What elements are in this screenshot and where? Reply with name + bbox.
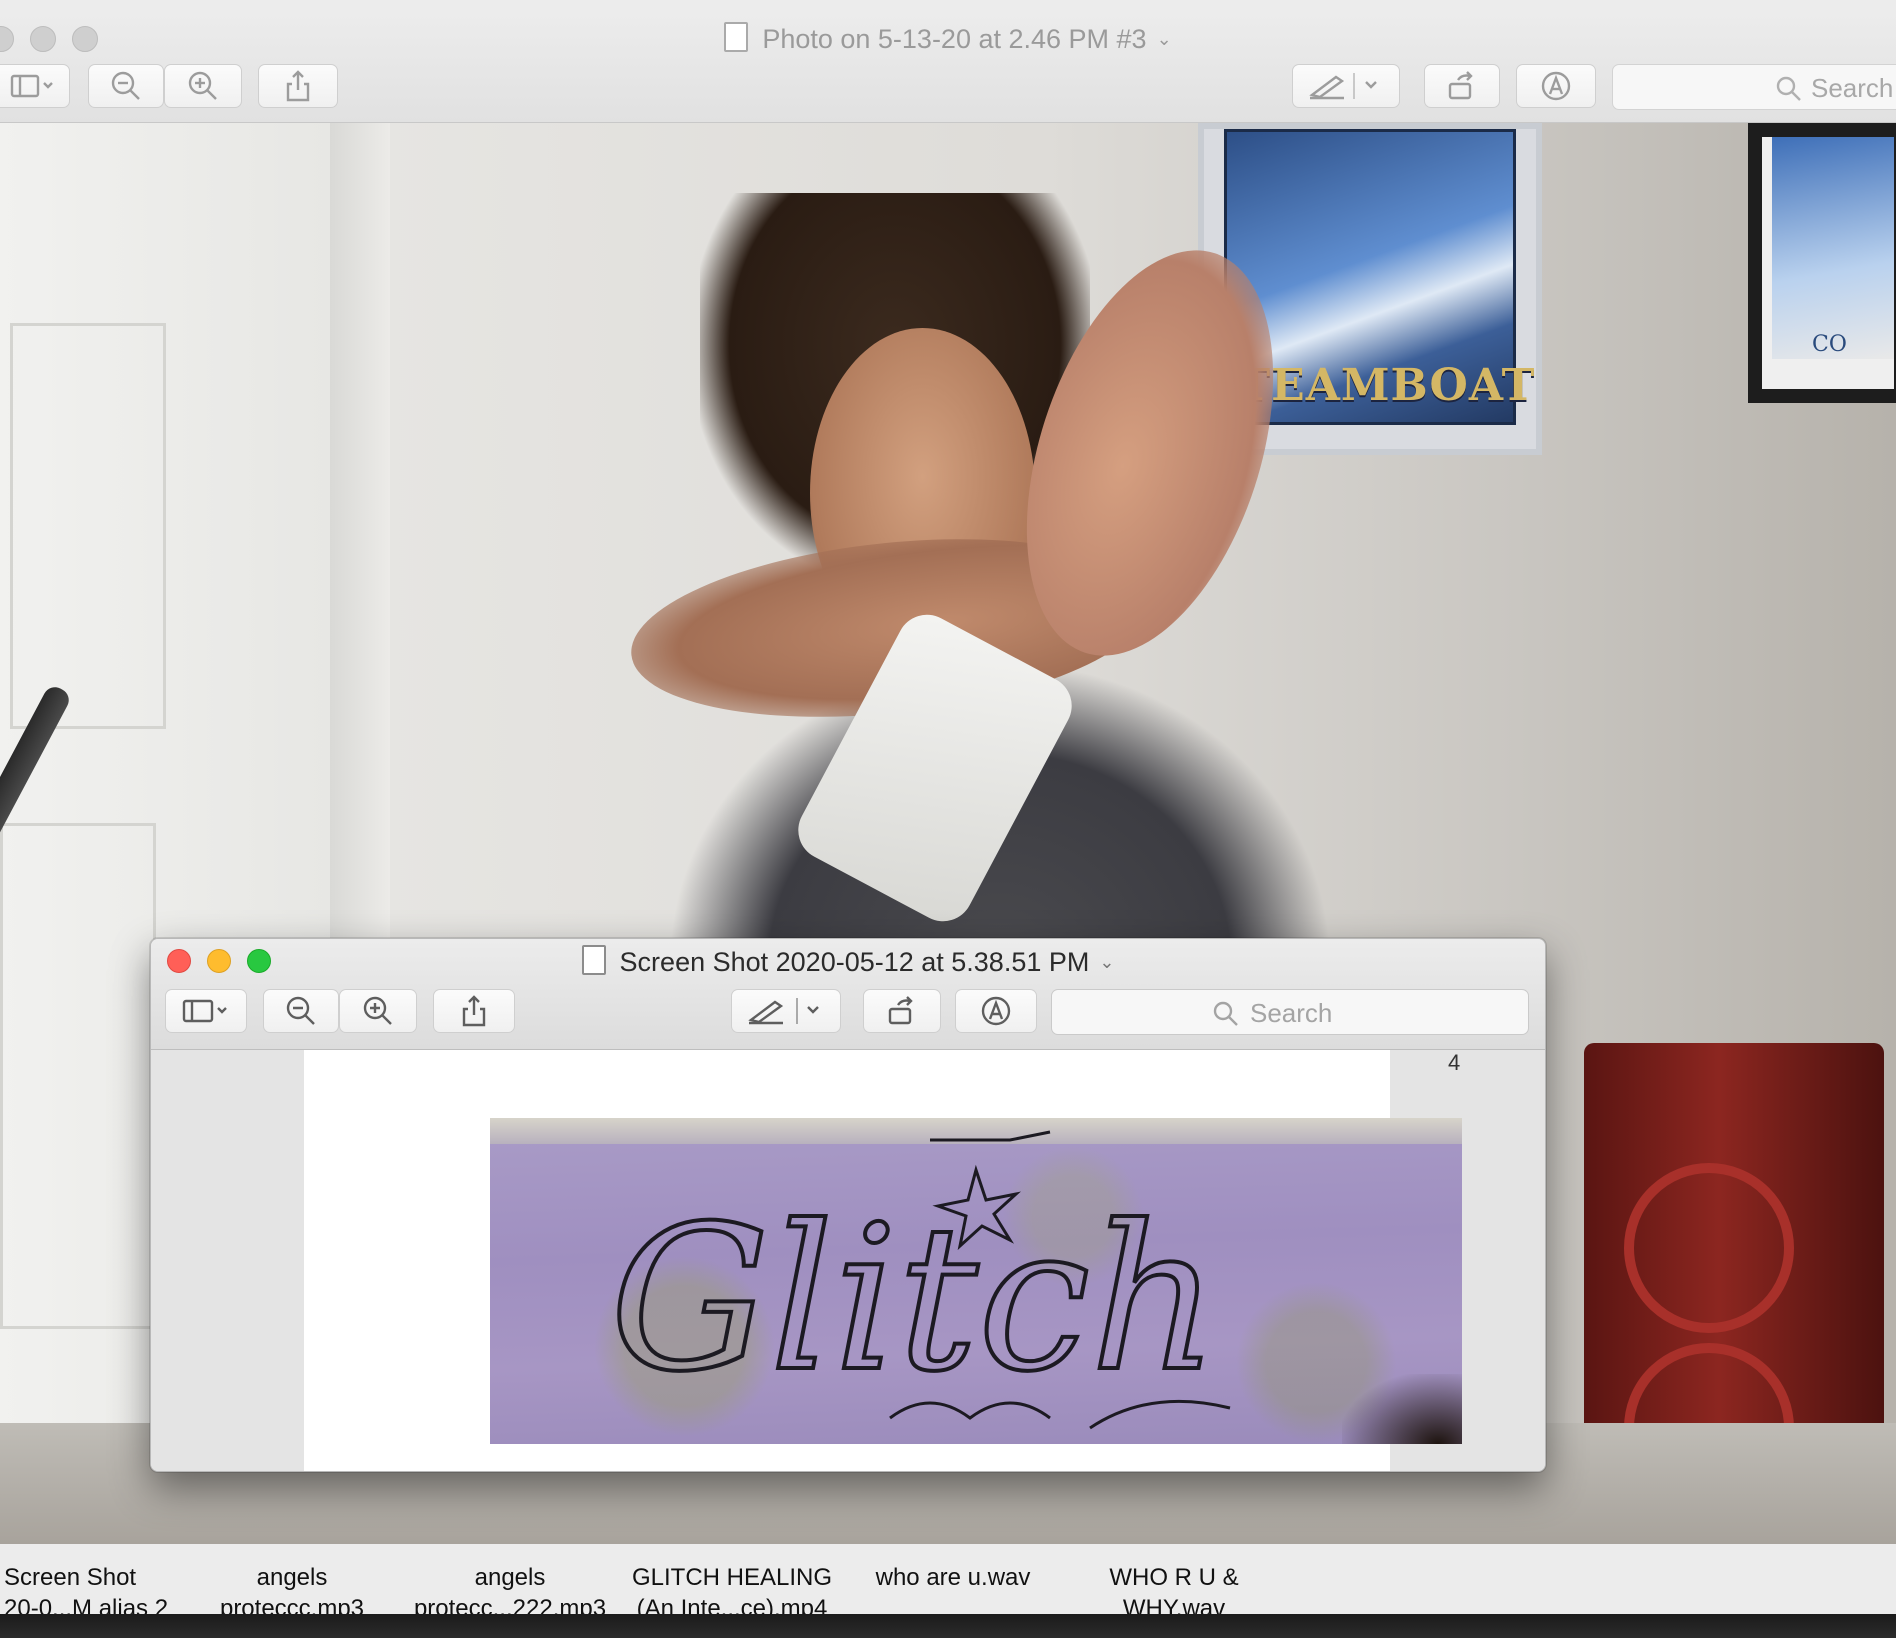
window-title-text: Photo on 5-13-20 at 2.46 PM #3 <box>762 24 1147 54</box>
annotate-button[interactable] <box>1516 64 1596 108</box>
framed-poster: CO <box>1748 123 1896 403</box>
titlebar[interactable]: Photo on 5-13-20 at 2.46 PM #3 ⌄ Search <box>0 12 1896 123</box>
pen-icon <box>748 998 819 1025</box>
poster2-text: CO <box>1812 332 1847 357</box>
document-icon <box>724 22 749 52</box>
zoom-in-icon <box>363 996 392 1025</box>
share-icon <box>462 995 486 1027</box>
titlebar[interactable]: Screen Shot 2020-05-12 at 5.38.51 PM ⌄ Se… <box>151 939 1545 1050</box>
zoom-out-icon <box>111 71 140 100</box>
share-button[interactable] <box>433 989 515 1033</box>
search-field[interactable]: Search <box>1612 64 1896 110</box>
glitch-photo: Glitch <box>490 1118 1462 1444</box>
zoom-out-button[interactable] <box>88 64 164 108</box>
annotate-icon <box>1541 71 1571 101</box>
zoom-in-button[interactable] <box>339 989 417 1033</box>
annotate-icon <box>981 996 1011 1026</box>
window-title[interactable]: Photo on 5-13-20 at 2.46 PM #3 ⌄ <box>0 22 1896 55</box>
handwritten-glitch-text: Glitch <box>610 1183 1219 1416</box>
window-title[interactable]: Screen Shot 2020-05-12 at 5.38.51 PM ⌄ <box>151 945 1545 978</box>
door-panel <box>10 323 166 729</box>
markup-button[interactable] <box>1292 64 1400 108</box>
annotate-button[interactable] <box>955 989 1037 1033</box>
zoom-in-button[interactable] <box>164 64 242 108</box>
chevron-down-icon[interactable]: ⌄ <box>1157 29 1172 49</box>
rotate-icon <box>1448 71 1473 100</box>
file-name-line1: WHO R U & <box>1109 1564 1239 1591</box>
search-placeholder: Search <box>1811 73 1894 103</box>
document-icon <box>581 945 606 975</box>
zoom-out-icon <box>286 996 315 1025</box>
sidebar-icon <box>10 74 53 98</box>
file-name-line1: Screen Shot <box>4 1564 137 1591</box>
document-viewer[interactable]: 4 Glitch <box>151 1050 1545 1471</box>
share-icon <box>286 70 310 102</box>
sidebar-icon <box>182 999 227 1023</box>
file-name-line1: who are u.wav <box>875 1564 1031 1591</box>
search-field[interactable]: Search <box>1051 989 1529 1035</box>
pen-icon <box>1309 73 1377 100</box>
rotate-icon <box>888 996 913 1025</box>
chevron-down-icon[interactable]: ⌄ <box>1099 952 1114 972</box>
file-name-line1: angels <box>256 1564 328 1591</box>
desktop-file[interactable]: who are u.wav <box>870 1562 1036 1593</box>
rotate-button[interactable] <box>1424 64 1500 108</box>
search-placeholder: Search <box>1250 998 1333 1028</box>
glitch-handwriting: Glitch <box>608 1130 1231 1430</box>
share-button[interactable] <box>258 64 338 108</box>
search-icon <box>1213 1001 1238 1026</box>
rotate-button[interactable] <box>863 989 941 1033</box>
door-panel <box>0 823 156 1329</box>
sidebar-button[interactable] <box>0 64 70 108</box>
file-name-line1: GLITCH HEALING <box>631 1564 833 1591</box>
window-title-text: Screen Shot 2020-05-12 at 5.38.51 PM <box>619 947 1090 977</box>
zoom-out-button[interactable] <box>263 989 339 1033</box>
page-number: 4 <box>1448 1050 1461 1075</box>
markup-button[interactable] <box>731 989 841 1033</box>
desktop-file-labels: Screen Shot 20-0...M alias 2 angels prot… <box>0 1544 1896 1622</box>
preview-window-front[interactable]: Screen Shot 2020-05-12 at 5.38.51 PM ⌄ Se… <box>150 938 1546 1472</box>
document-page: 4 Glitch <box>304 1050 1462 1471</box>
search-icon <box>1776 76 1801 101</box>
screen-bottom-edge <box>0 1614 1896 1638</box>
zoom-in-icon <box>188 71 217 100</box>
sidebar-button[interactable] <box>165 989 247 1033</box>
file-name-line1: angels <box>474 1564 546 1591</box>
